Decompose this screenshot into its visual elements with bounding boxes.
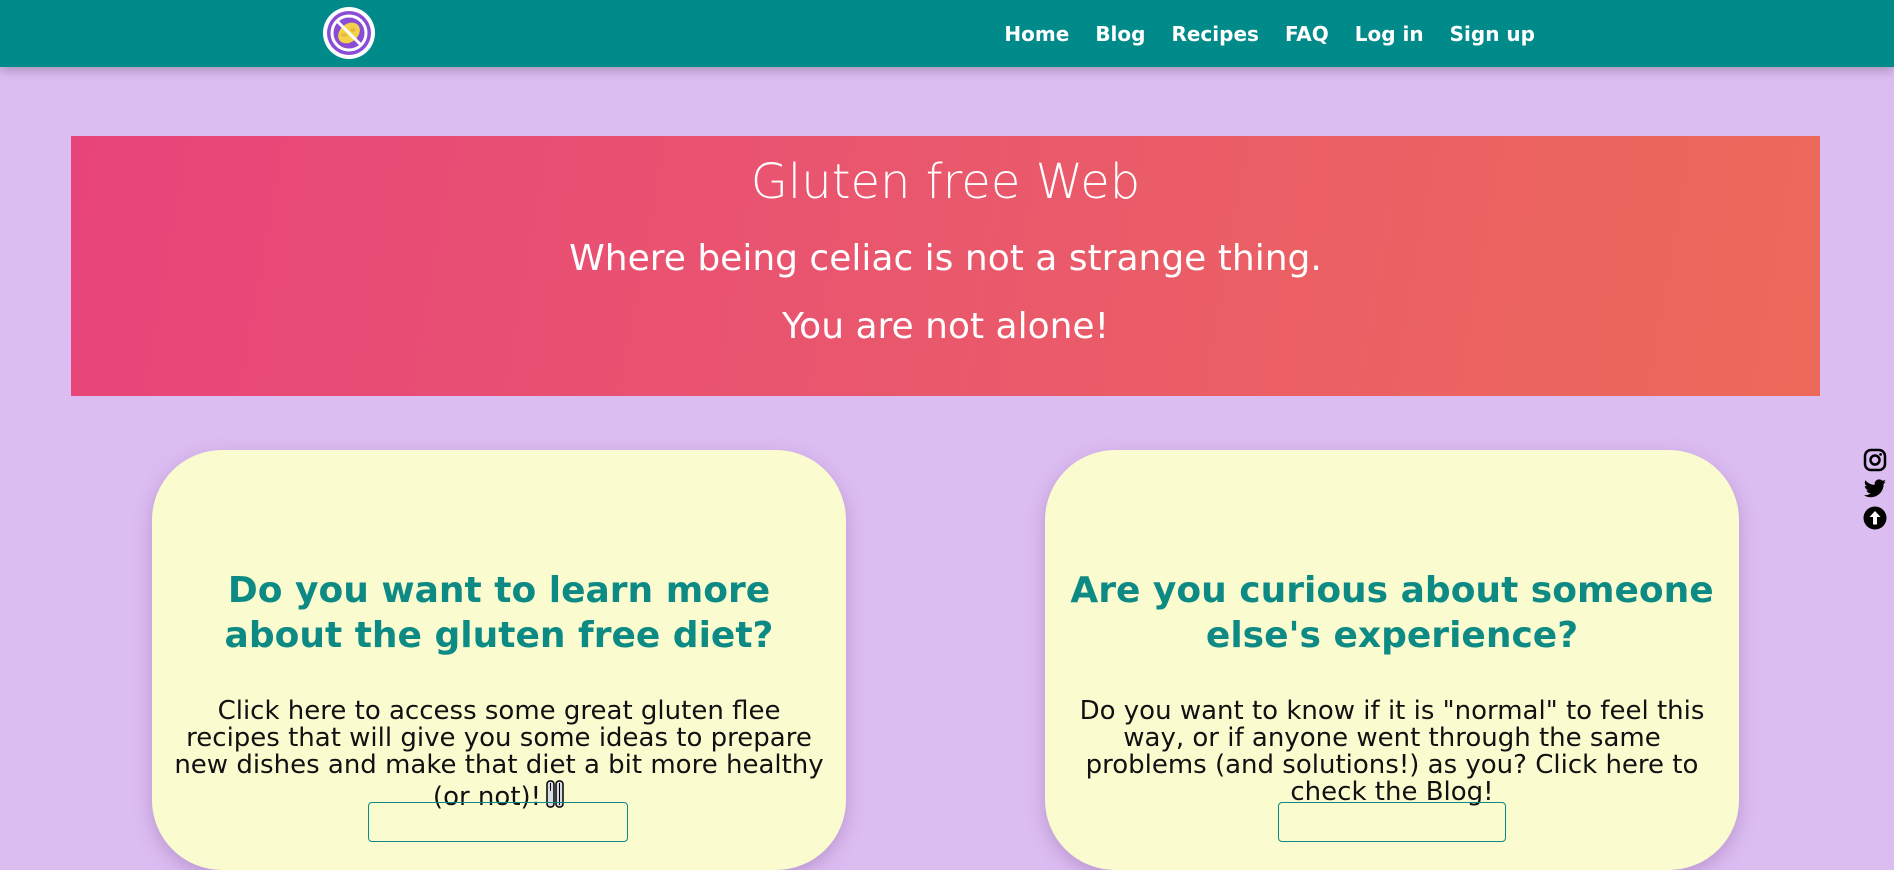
blog-card[interactable]: Are you curious about someone else's exp… (1045, 450, 1739, 870)
recipes-card-text-block: Click here to access some great gluten f… (168, 698, 830, 815)
nav-link-recipes[interactable]: Recipes (1171, 22, 1258, 46)
hero-title: Gluten free Web (750, 154, 1141, 210)
main-nav: Home Blog Recipes FAQ Log in Sign up (1004, 0, 1535, 67)
nav-link-home[interactable]: Home (1004, 22, 1069, 46)
site-logo-icon[interactable] (323, 7, 375, 59)
hero-tagline: You are not alone! (781, 306, 1110, 347)
top-navbar: Home Blog Recipes FAQ Log in Sign up (0, 0, 1894, 67)
recipes-card-title: Do you want to learn more about the glut… (224, 570, 774, 656)
blog-card-text: Do you want to know if it is "normal" to… (1079, 696, 1705, 807)
hero-banner: Gluten free Web Where being celiac is no… (71, 136, 1820, 396)
twitter-icon[interactable] (1862, 476, 1888, 502)
instagram-icon[interactable] (1862, 447, 1888, 473)
recipes-card-text: Click here to access some great gluten f… (174, 696, 824, 812)
arrow-up-icon[interactable] (1862, 505, 1888, 531)
nav-link-login[interactable]: Log in (1355, 22, 1424, 46)
nav-link-faq[interactable]: FAQ (1285, 22, 1329, 46)
recipes-card-button[interactable] (368, 802, 628, 842)
no-gluten-logo-icon (327, 11, 371, 55)
hero-subtitle: Where being celiac is not a strange thin… (569, 238, 1322, 279)
nav-link-signup[interactable]: Sign up (1450, 22, 1535, 46)
blog-card-title: Are you curious about someone else's exp… (1070, 570, 1714, 656)
blog-card-button[interactable] (1278, 802, 1506, 842)
recipes-card[interactable]: Do you want to learn more about the glut… (152, 450, 846, 870)
nav-link-blog[interactable]: Blog (1095, 22, 1145, 46)
